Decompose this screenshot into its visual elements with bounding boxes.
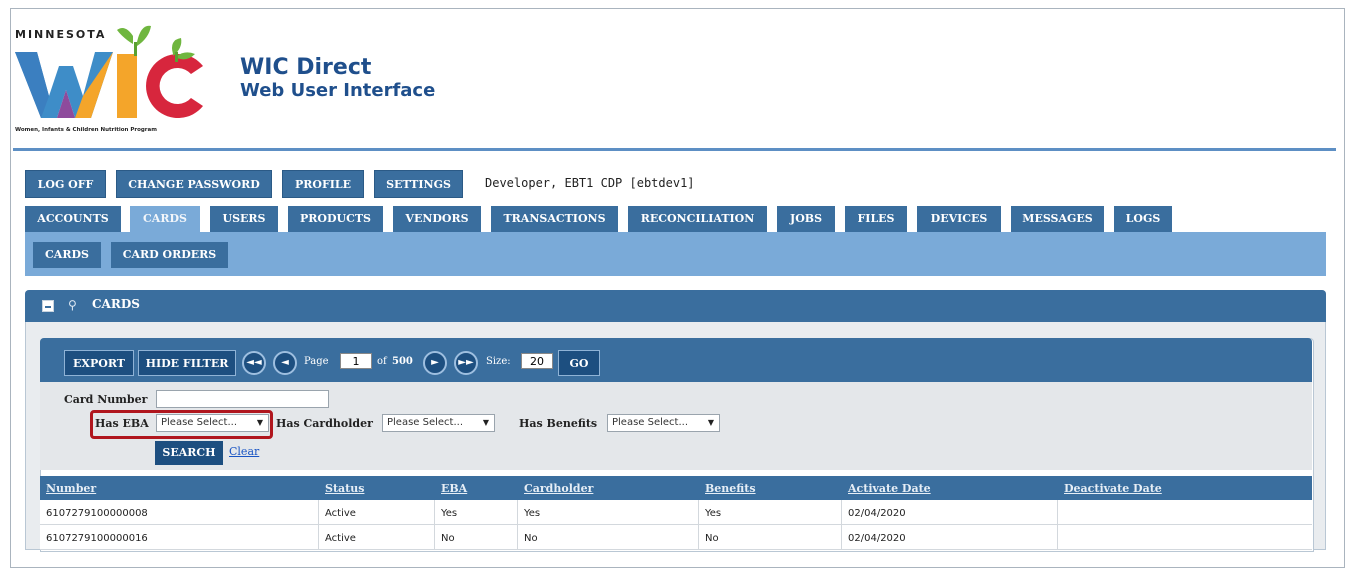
column-deactivate-date[interactable]: Deactivate Date (1064, 482, 1162, 495)
cell-eba: Yes (441, 508, 458, 519)
column-number[interactable]: Number (46, 482, 96, 495)
subtab-card-orders[interactable]: CARD ORDERS (111, 242, 228, 268)
export-button[interactable]: EXPORT (64, 350, 134, 376)
search-button[interactable]: SEARCH (155, 441, 223, 465)
tab-logs[interactable]: LOGS (1114, 206, 1172, 232)
cell-status: Active (325, 508, 356, 519)
size-label: Size: (486, 356, 511, 367)
next-page-icon[interactable]: ► (423, 351, 447, 375)
cell-cardholder: Yes (524, 508, 541, 519)
cell-status: Active (325, 533, 356, 544)
clear-link[interactable]: Clear (229, 445, 259, 458)
tab-devices[interactable]: DEVICES (917, 206, 1001, 232)
has-cardholder-select[interactable]: Please Select... ▼ (382, 414, 495, 432)
app-title: WIC Direct (240, 55, 372, 80)
cell-benefits: Yes (705, 508, 722, 519)
column-status[interactable]: Status (325, 482, 364, 495)
collapse-icon[interactable] (42, 300, 54, 312)
of-label: of (377, 356, 387, 367)
has-cardholder-label: Has Cardholder (276, 417, 373, 430)
column-divider (434, 500, 435, 550)
logo-tagline: Women, Infants & Children Nutrition Prog… (15, 127, 157, 133)
cell-number: 6107279100000008 (46, 508, 148, 519)
app-subtitle: Web User Interface (240, 80, 436, 101)
has-cardholder-value: Please Select... (387, 417, 464, 428)
tab-products[interactable]: PRODUCTS (288, 206, 383, 232)
cell-cardholder: No (524, 533, 538, 544)
has-benefits-value: Please Select... (612, 417, 689, 428)
profile-button[interactable]: PROFILE (282, 170, 364, 198)
column-divider (698, 500, 699, 550)
page-label: Page (304, 356, 329, 367)
last-page-icon[interactable]: ►► (454, 351, 478, 375)
tab-accounts[interactable]: ACCOUNTS (25, 206, 121, 232)
header-divider (13, 148, 1336, 151)
logo-state-text: MINNESOTA (15, 28, 106, 41)
go-button[interactable]: GO (558, 350, 600, 376)
minnesota-wic-logo: MINNESOTA Women, Infants & Children Nutr… (13, 14, 213, 134)
column-cardholder[interactable]: Cardholder (524, 482, 593, 495)
card-number-label: Card Number (64, 393, 148, 406)
tab-transactions[interactable]: TRANSACTIONS (491, 206, 618, 232)
tab-reconciliation[interactable]: RECONCILIATION (628, 206, 767, 232)
card-number-input[interactable] (156, 390, 329, 408)
panel-title: CARDS (92, 297, 140, 311)
column-benefits[interactable]: Benefits (705, 482, 756, 495)
has-benefits-select[interactable]: Please Select... ▼ (607, 414, 720, 432)
table-row[interactable] (40, 500, 1312, 525)
column-divider (318, 500, 319, 550)
cell-eba: No (441, 533, 455, 544)
tab-files[interactable]: FILES (845, 206, 907, 232)
tab-jobs[interactable]: JOBS (777, 206, 835, 232)
log-off-button[interactable]: LOG OFF (25, 170, 106, 198)
table-row[interactable] (40, 525, 1312, 550)
previous-page-icon[interactable]: ◄ (273, 351, 297, 375)
subtab-cards[interactable]: CARDS (33, 242, 101, 268)
change-password-button[interactable]: CHANGE PASSWORD (116, 170, 272, 198)
cards-panel-header (25, 290, 1326, 322)
tab-vendors[interactable]: VENDORS (393, 206, 481, 232)
has-benefits-label: Has Benefits (519, 417, 598, 430)
column-divider (841, 500, 842, 550)
current-user-label: Developer, EBT1 CDP [ebtdev1] (485, 176, 695, 190)
cell-activate-date: 02/04/2020 (848, 533, 906, 544)
column-divider (1057, 500, 1058, 550)
column-eba[interactable]: EBA (441, 482, 467, 495)
total-pages-label: 500 (392, 356, 413, 367)
cell-number: 6107279100000016 (46, 533, 148, 544)
tab-users[interactable]: USERS (210, 206, 278, 232)
column-divider (517, 500, 518, 550)
tab-messages[interactable]: MESSAGES (1011, 206, 1104, 232)
column-activate-date[interactable]: Activate Date (848, 482, 931, 495)
first-page-icon[interactable]: ◄◄ (242, 351, 266, 375)
cell-benefits: No (705, 533, 719, 544)
has-eba-highlight (90, 410, 273, 439)
page-number-input[interactable]: 1 (340, 353, 372, 369)
settings-button[interactable]: SETTINGS (374, 170, 463, 198)
tab-cards[interactable]: CARDS (130, 206, 200, 232)
dropdown-arrow-icon: ▼ (707, 418, 714, 427)
hide-filter-button[interactable]: HIDE FILTER (138, 350, 236, 376)
page-size-input[interactable]: 20 (521, 353, 553, 369)
dropdown-arrow-icon: ▼ (482, 418, 489, 427)
search-icon: ⚲ (68, 298, 77, 312)
cell-activate-date: 02/04/2020 (848, 508, 906, 519)
